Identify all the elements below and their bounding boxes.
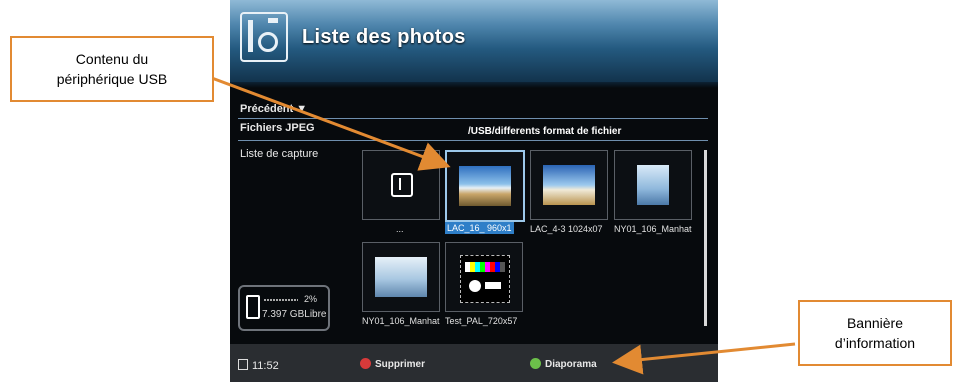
arrow-to-banner (612, 342, 796, 375)
callout-usb-contents: Contenu du périphérique USB (10, 36, 214, 102)
callout-text: Bannière d’information (834, 315, 916, 351)
callout-info-banner: Bannière d’information (798, 300, 952, 366)
arrow-to-thumbnails (184, 66, 451, 171)
callout-text: Contenu du périphérique USB (56, 51, 168, 87)
